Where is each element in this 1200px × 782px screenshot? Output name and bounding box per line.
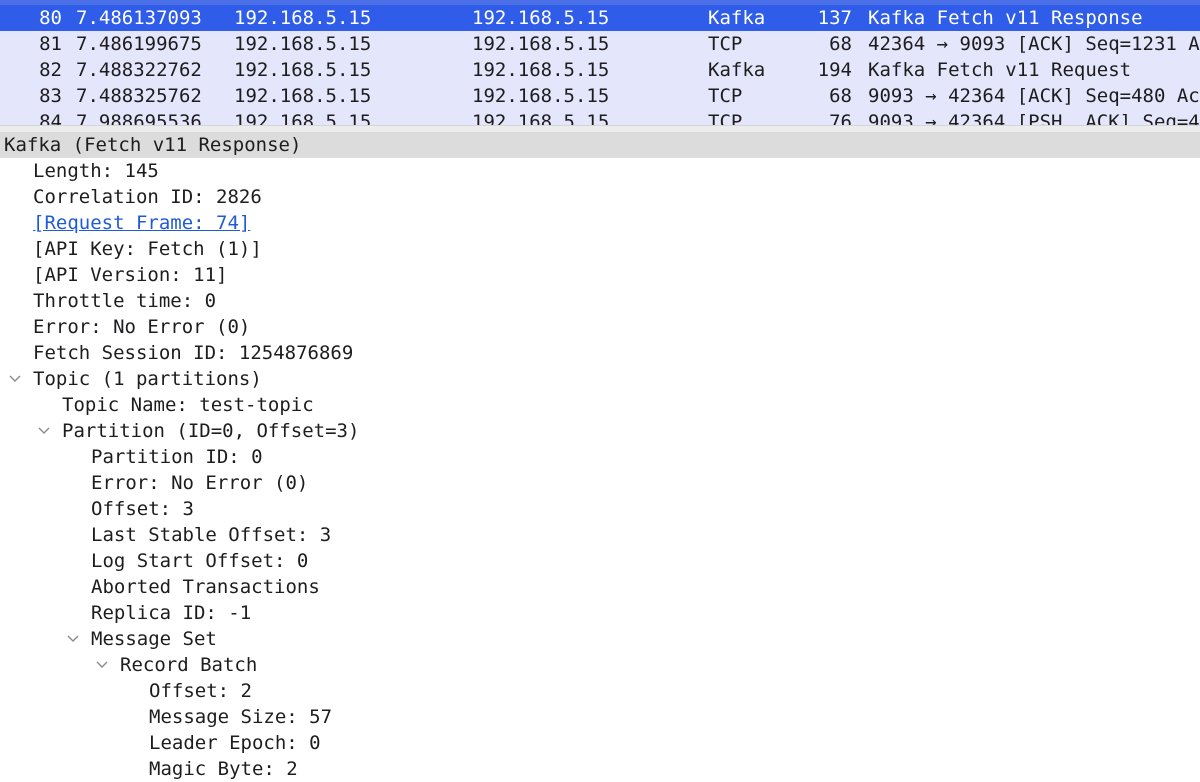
tree-field[interactable]: Partition ID: 0 bbox=[0, 444, 1200, 470]
tree-field-label: Log Start Offset: 0 bbox=[91, 550, 309, 572]
packet-protocol: TCP bbox=[708, 33, 743, 55]
chevron-down-icon[interactable] bbox=[38, 418, 50, 444]
packet-destination: 192.168.5.15 bbox=[472, 59, 610, 81]
tree-field-label: Offset: 3 bbox=[91, 498, 194, 520]
tree-node-expandable[interactable]: Topic (1 partitions) bbox=[0, 366, 1200, 392]
packet-row[interactable]: 81 7.486199675 192.168.5.15 192.168.5.15 TCP… bbox=[0, 31, 1200, 57]
packet-protocol: Kafka bbox=[708, 59, 766, 81]
request-frame-link-text[interactable]: [Request Frame: 74] bbox=[33, 210, 250, 236]
tree-field[interactable]: [API Key: Fetch (1)] bbox=[0, 236, 1200, 262]
packet-time: 7.988695536 bbox=[76, 111, 202, 125]
packet-info: 42364 → 9093 [ACK] Seq=1231 Ack bbox=[868, 33, 1200, 55]
packet-list[interactable]: 80 7.486137093 192.168.5.15 192.168.5.15 Kaf… bbox=[0, 0, 1200, 125]
packet-number: 80 bbox=[39, 7, 62, 29]
packet-time: 7.488322762 bbox=[76, 59, 202, 81]
tree-field-label: Topic (1 partitions) bbox=[33, 368, 262, 390]
tree-field-label: Replica ID: -1 bbox=[91, 602, 252, 624]
tree-field-label: Leader Epoch: 0 bbox=[149, 732, 321, 754]
packet-info: Kafka Fetch v11 Request bbox=[868, 59, 1132, 81]
chevron-down-icon[interactable] bbox=[96, 652, 108, 678]
packet-row[interactable]: 83 7.488325762 192.168.5.15 192.168.5.15 TCP… bbox=[0, 83, 1200, 109]
packet-destination: 192.168.5.15 bbox=[472, 111, 610, 125]
packet-info: Kafka Fetch v11 Response bbox=[868, 7, 1143, 29]
tree-field[interactable]: Error: No Error (0) bbox=[0, 470, 1200, 496]
packet-time: 7.486137093 bbox=[76, 7, 202, 29]
packet-source: 192.168.5.15 bbox=[234, 7, 372, 29]
tree-field-label: Length: 145 bbox=[33, 160, 159, 182]
tree-field-label: Topic Name: test-topic bbox=[62, 394, 314, 416]
tree-field[interactable]: Throttle time: 0 bbox=[0, 288, 1200, 314]
tree-field-label: Message Size: 57 bbox=[149, 706, 333, 728]
tree-field-label: Fetch Session ID: 1254876869 bbox=[33, 342, 354, 364]
tree-field-label: [API Key: Fetch (1)] bbox=[33, 238, 262, 260]
packet-info: 9093 → 42364 [PSH, ACK] Seq=48 bbox=[868, 111, 1200, 125]
packet-number: 84 bbox=[39, 111, 62, 125]
tree-field-label: Record Batch bbox=[120, 654, 258, 676]
packet-length: 194 bbox=[817, 59, 852, 81]
tree-field[interactable]: Correlation ID: 2826 bbox=[0, 184, 1200, 210]
packet-length: 68 bbox=[829, 85, 852, 107]
pane-splitter[interactable] bbox=[0, 125, 1200, 132]
tree-node-expandable[interactable]: Record Batch bbox=[0, 652, 1200, 678]
tree-field-label: Aborted Transactions bbox=[91, 576, 320, 598]
packet-destination: 192.168.5.15 bbox=[472, 7, 610, 29]
tree-field-label: Partition ID: 0 bbox=[91, 446, 263, 468]
tree-field[interactable]: Error: No Error (0) bbox=[0, 314, 1200, 340]
chevron-down-icon[interactable] bbox=[67, 626, 79, 652]
tree-field-label: Offset: 2 bbox=[149, 680, 252, 702]
packet-destination: 192.168.5.15 bbox=[472, 33, 610, 55]
packet-source: 192.168.5.15 bbox=[234, 59, 372, 81]
tree-node-expandable[interactable]: Partition (ID=0, Offset=3) bbox=[0, 418, 1200, 444]
tree-field-label: Message Set bbox=[91, 628, 217, 650]
packet-length: 76 bbox=[829, 111, 852, 125]
packet-row[interactable]: 82 7.488322762 192.168.5.15 192.168.5.15 Kaf… bbox=[0, 57, 1200, 83]
tree-field[interactable]: Aborted Transactions bbox=[0, 574, 1200, 600]
packet-row[interactable]: 84 7.988695536 192.168.5.15 192.168.5.15 TCP… bbox=[0, 109, 1200, 125]
packet-protocol: TCP bbox=[708, 111, 743, 125]
tree-field-label: Throttle time: 0 bbox=[33, 290, 217, 312]
packet-number: 82 bbox=[39, 59, 62, 81]
tree-field-label: [API Version: 11] bbox=[33, 264, 228, 286]
tree-field[interactable]: Offset: 3 bbox=[0, 496, 1200, 522]
packet-number: 83 bbox=[39, 85, 62, 107]
tree-field-label: Correlation ID: 2826 bbox=[33, 186, 262, 208]
packet-source: 192.168.5.15 bbox=[234, 85, 372, 107]
packet-time: 7.486199675 bbox=[76, 33, 202, 55]
packet-time: 7.488325762 bbox=[76, 85, 202, 107]
tree-field[interactable]: Log Start Offset: 0 bbox=[0, 548, 1200, 574]
tree-field[interactable]: Last Stable Offset: 3 bbox=[0, 522, 1200, 548]
chevron-down-icon[interactable] bbox=[9, 366, 21, 392]
tree-node-expandable[interactable]: Message Set bbox=[0, 626, 1200, 652]
packet-number: 81 bbox=[39, 33, 62, 55]
packet-destination: 192.168.5.15 bbox=[472, 85, 610, 107]
tree-field-label: Magic Byte: 2 bbox=[149, 758, 298, 780]
tree-field[interactable]: Replica ID: -1 bbox=[0, 600, 1200, 626]
packet-length: 137 bbox=[817, 7, 852, 29]
packet-source: 192.168.5.15 bbox=[234, 33, 372, 55]
tree-field[interactable]: Fetch Session ID: 1254876869 bbox=[0, 340, 1200, 366]
packet-protocol: TCP bbox=[708, 85, 743, 107]
detail-header[interactable]: Kafka (Fetch v11 Response) bbox=[0, 132, 1200, 158]
packet-length: 68 bbox=[829, 33, 852, 55]
packet-row[interactable]: 80 7.486137093 192.168.5.15 192.168.5.15 Kaf… bbox=[0, 5, 1200, 31]
tree-field[interactable]: Message Size: 57 bbox=[0, 704, 1200, 730]
tree-field-label: Partition (ID=0, Offset=3) bbox=[62, 420, 360, 442]
tree-field[interactable]: Leader Epoch: 0 bbox=[0, 730, 1200, 756]
selected-row-strip bbox=[0, 0, 1200, 5]
tree-field-label: Error: No Error (0) bbox=[33, 316, 251, 338]
tree-field[interactable]: Length: 145 bbox=[0, 158, 1200, 184]
tree-field[interactable]: Topic Name: test-topic bbox=[0, 392, 1200, 418]
tree-field-label: Error: No Error (0) bbox=[91, 472, 309, 494]
tree-field[interactable]: Offset: 2 bbox=[0, 678, 1200, 704]
packet-protocol: Kafka bbox=[708, 7, 766, 29]
tree-field[interactable]: [API Version: 11] bbox=[0, 262, 1200, 288]
tree-field-label: Last Stable Offset: 3 bbox=[91, 524, 332, 546]
packet-source: 192.168.5.15 bbox=[234, 111, 372, 125]
request-frame-link[interactable]: [Request Frame: 74] bbox=[0, 210, 1200, 236]
tree-field[interactable]: Magic Byte: 2 bbox=[0, 756, 1200, 782]
packet-info: 9093 → 42364 [ACK] Seq=480 Ack bbox=[868, 85, 1200, 107]
